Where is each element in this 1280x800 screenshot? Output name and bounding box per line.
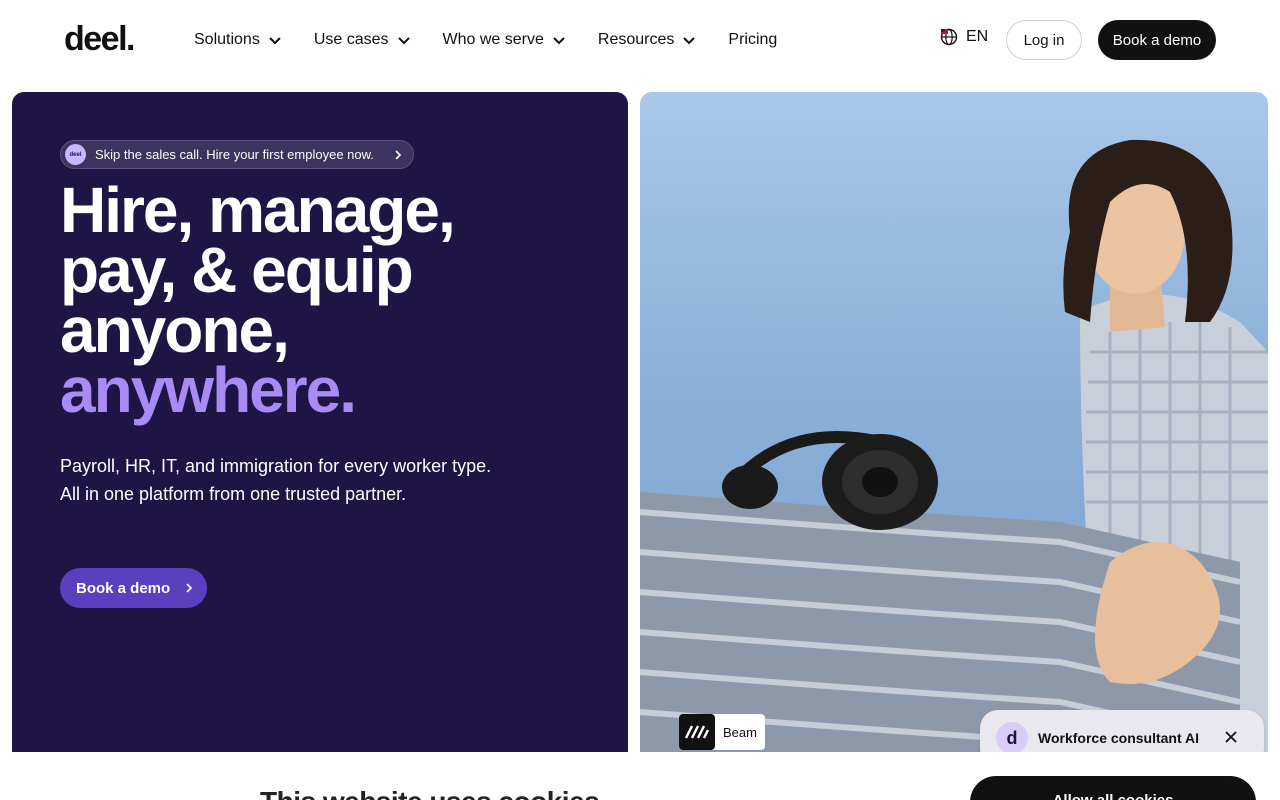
globe-icon [940, 28, 958, 46]
subtext-line: All in one platform from one trusted par… [60, 484, 407, 504]
allow-all-cookies-button[interactable]: Allow all cookies [970, 776, 1256, 800]
chevron-down-icon [553, 37, 565, 45]
nav-item-use-cases[interactable]: Use cases [314, 28, 411, 52]
chat-label: Workforce consultant AI [1038, 730, 1200, 746]
hire-first-employee-pill[interactable]: deel Skip the sales call. Hire your firs… [60, 140, 414, 169]
headline-line: pay, & equip [60, 234, 414, 306]
hero-image: Beam [640, 92, 1268, 752]
headline-accent: anywhere. [60, 354, 357, 426]
pill-text: Skip the sales call. Hire your first emp… [95, 147, 374, 162]
close-icon[interactable] [1224, 730, 1238, 744]
customer-name: Beam [723, 724, 757, 740]
login-button[interactable]: Log in [1006, 20, 1082, 60]
nav-item-label: Resources [597, 31, 675, 48]
deel-badge-icon: deel [65, 144, 86, 165]
beam-logo-icon [679, 714, 715, 750]
headline-line: Hire, manage, [60, 174, 456, 246]
chat-avatar: d [996, 722, 1028, 754]
deel-logo[interactable]: deel. [64, 20, 135, 59]
nav-item-label: Pricing [728, 31, 778, 48]
hero-headline: Hire, manage, pay, & equip anyone, anywh… [60, 174, 456, 426]
hero-cta-label: Book a demo [76, 579, 171, 597]
chevron-down-icon [397, 37, 410, 45]
chevron-right-icon [395, 150, 402, 160]
nav-item-label: Use cases [313, 31, 389, 48]
nav-menu: Solutions Use cases Who we serve Resourc… [194, 28, 809, 52]
hero-photo-illustration [640, 139, 1268, 752]
book-demo-button[interactable]: Book a demo [1098, 20, 1216, 60]
nav-item-resources[interactable]: Resources [598, 28, 696, 52]
cookie-banner: This website uses cookies Allow all cook… [0, 752, 1280, 800]
chevron-down-icon [683, 37, 696, 45]
nav-item-pricing[interactable]: Pricing [728, 28, 777, 52]
language-selector[interactable]: EN [940, 28, 988, 46]
chevron-right-icon [186, 583, 193, 593]
nav-item-label: Who we serve [442, 31, 544, 48]
chevron-down-icon [269, 37, 281, 45]
nav-item-solutions[interactable]: Solutions [194, 28, 282, 52]
language-label: EN [966, 28, 989, 45]
nav-item-label: Solutions [194, 31, 260, 48]
customer-tag: Beam [679, 714, 765, 750]
cookie-title: This website uses cookies [260, 786, 600, 800]
hero-panel: deel Skip the sales call. Hire your firs… [12, 92, 628, 752]
subtext-line: Payroll, HR, IT, and immigration for eve… [60, 456, 492, 476]
nav-item-who-we-serve[interactable]: Who we serve [443, 28, 566, 52]
headline-line: anyone, [60, 294, 290, 366]
top-navigation: deel. Solutions Use cases Who we serve R… [0, 0, 1280, 80]
hero-book-demo-button[interactable]: Book a demo [60, 568, 207, 608]
hero-subtext: Payroll, HR, IT, and immigration for eve… [60, 452, 540, 508]
